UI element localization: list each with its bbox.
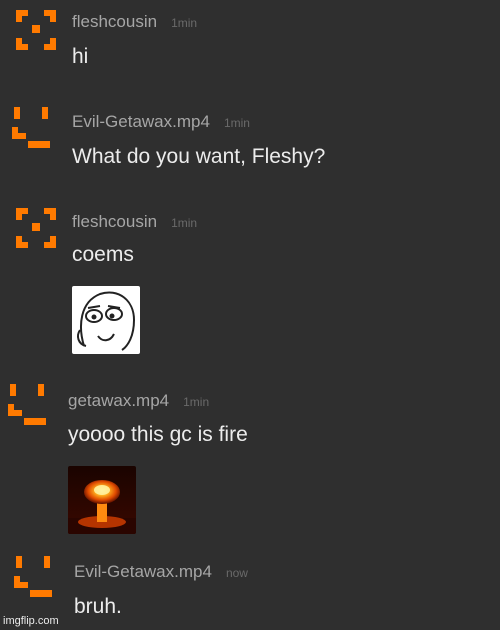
square-face-avatar-icon[interactable] — [14, 206, 58, 250]
timestamp: 1min — [183, 395, 210, 409]
smile-face-avatar-icon[interactable] — [6, 382, 50, 426]
smile-face-avatar-icon[interactable] — [12, 554, 56, 598]
timestamp: 1min — [171, 216, 198, 230]
message-text: What do you want, Fleshy? — [72, 145, 326, 168]
timestamp: 1min — [171, 16, 198, 30]
message-text: hi — [72, 45, 89, 68]
explosion-image[interactable] — [68, 466, 136, 534]
square-face-avatar-icon[interactable] — [14, 8, 58, 52]
message-text: bruh. — [74, 595, 122, 618]
meme-face-image[interactable] — [72, 286, 140, 354]
username[interactable]: fleshcousin — [72, 12, 157, 32]
username[interactable]: Evil-Getawax.mp4 — [74, 562, 212, 582]
username[interactable]: getawax.mp4 — [68, 391, 169, 411]
username[interactable]: fleshcousin — [72, 212, 157, 232]
chat-log: fleshcousin 1min hi Evil-Getawax.mp4 1mi… — [0, 0, 500, 630]
smile-face-avatar-icon[interactable] — [10, 105, 54, 149]
message-text: yoooo this gc is fire — [68, 423, 248, 446]
timestamp: now — [225, 566, 248, 580]
watermark: imgflip.com — [3, 615, 59, 627]
timestamp: 1min — [223, 116, 250, 130]
message-text: coems — [72, 243, 134, 266]
username[interactable]: Evil-Getawax.mp4 — [72, 112, 210, 132]
